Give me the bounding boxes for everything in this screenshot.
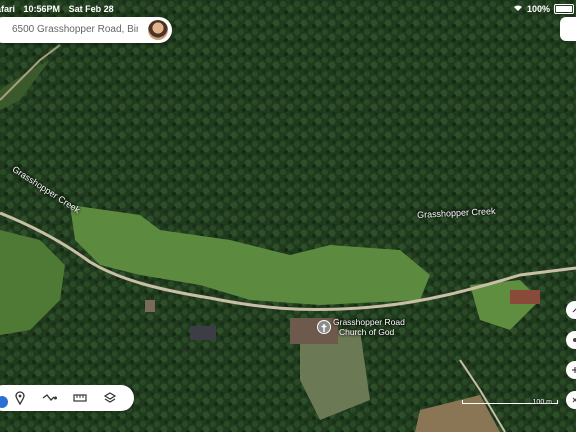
- church-building: [290, 318, 338, 344]
- ruler-icon[interactable]: [72, 390, 88, 406]
- layers-icon[interactable]: [102, 390, 118, 406]
- wifi-icon: [513, 4, 523, 14]
- status-time: 10:56PM: [23, 4, 61, 14]
- status-date: Sat Feb 28: [68, 4, 114, 14]
- map-corner-button[interactable]: [560, 17, 576, 41]
- poi-name-line1: Grasshopper Road: [333, 317, 405, 327]
- scale-label: 100 m: [532, 399, 552, 406]
- house: [510, 290, 540, 304]
- shed: [145, 300, 155, 312]
- route-icon[interactable]: [42, 390, 58, 406]
- avatar[interactable]: [148, 20, 168, 40]
- status-app: afari: [0, 4, 16, 14]
- building: [190, 326, 216, 340]
- battery-percent: 100%: [526, 4, 550, 14]
- scale-bar: 100 m: [462, 399, 558, 406]
- search-bar[interactable]: 6500 Grasshopper Road, Birchwo: [0, 17, 172, 43]
- status-bar: afari 10:56PM Sat Feb 28 100%: [0, 0, 576, 18]
- poi-label[interactable]: Grasshopper Road Church of God: [333, 317, 405, 337]
- search-query[interactable]: 6500 Grasshopper Road, Birchwo: [12, 24, 138, 35]
- poi-name-line2: Church of God: [339, 327, 395, 337]
- location-pin-icon[interactable]: [12, 390, 28, 406]
- battery-icon: [554, 4, 574, 14]
- map-toolbar: [0, 385, 134, 411]
- church-icon[interactable]: [317, 320, 331, 334]
